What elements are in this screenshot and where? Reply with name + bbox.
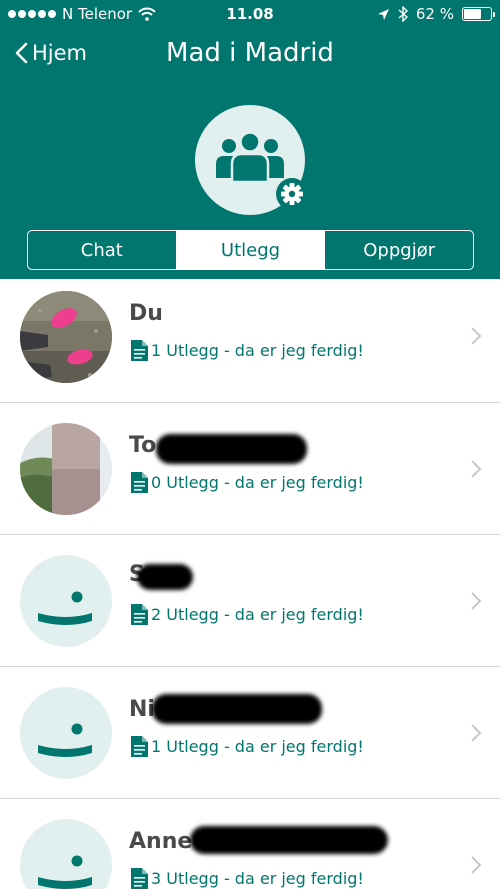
chevron-right-icon <box>471 460 482 478</box>
member-photo <box>20 423 112 515</box>
member-name: To <box>129 433 157 458</box>
member-status-text: 1 Utlegg - da er jeg ferdig! <box>151 737 364 756</box>
tab-oppgjor[interactable]: Oppgjør <box>324 231 473 269</box>
member-name: Anne <box>129 829 193 854</box>
member-status-text: 1 Utlegg - da er jeg ferdig! <box>151 341 364 360</box>
page-title: Mad i Madrid <box>166 38 334 68</box>
tab-chat[interactable]: Chat <box>28 231 176 269</box>
battery-icon <box>462 7 495 21</box>
document-icon <box>131 472 148 493</box>
tab-utlegg[interactable]: Utlegg <box>175 231 325 269</box>
member-row-to[interactable]: To 0 Utlegg - da er jeg ferdig! <box>0 403 500 535</box>
default-avatar-icon <box>20 555 112 647</box>
redaction <box>152 694 322 724</box>
member-status-text: 2 Utlegg - da er jeg ferdig! <box>151 605 364 624</box>
member-status-text: 3 Utlegg - da er jeg ferdig! <box>151 869 364 888</box>
status-indicators: 62 % <box>377 5 495 23</box>
member-status-text: 0 Utlegg - da er jeg ferdig! <box>151 473 364 492</box>
location-arrow-icon <box>377 8 389 20</box>
default-avatar-icon <box>20 819 112 889</box>
status-bar: N Telenor 11.08 62 % <box>0 0 500 28</box>
member-row-ni[interactable]: Ni 1 Utlegg - da er jeg ferdig! <box>0 667 500 799</box>
battery-percent: 62 % <box>415 5 454 23</box>
chevron-right-icon <box>471 327 482 345</box>
chevron-right-icon <box>471 592 482 610</box>
redaction <box>156 434 307 464</box>
group-header: N Telenor 11.08 62 % Hjem Mad i Madrid C… <box>0 0 500 279</box>
member-photo <box>20 291 112 383</box>
member-row-s[interactable]: S 2 Utlegg - da er jeg ferdig! <box>0 535 500 667</box>
chevron-right-icon <box>471 856 482 874</box>
default-avatar-icon <box>20 687 112 779</box>
member-status: 1 Utlegg - da er jeg ferdig! <box>131 340 364 361</box>
member-list: Du 1 Utlegg - da er jeg ferdig! To 0 Utl… <box>0 279 500 889</box>
avatar <box>20 423 112 515</box>
document-icon <box>131 604 148 625</box>
bluetooth-icon <box>398 6 408 22</box>
document-icon <box>131 340 148 361</box>
redaction <box>190 826 388 854</box>
chevron-right-icon <box>471 724 482 742</box>
member-row-anne[interactable]: Anne 3 Utlegg - da er jeg ferdig! <box>0 799 500 889</box>
member-row-du[interactable]: Du 1 Utlegg - da er jeg ferdig! <box>0 279 500 403</box>
member-name: Du <box>129 301 163 326</box>
document-icon <box>131 736 148 757</box>
member-status: 1 Utlegg - da er jeg ferdig! <box>131 736 364 757</box>
member-status: 0 Utlegg - da er jeg ferdig! <box>131 472 364 493</box>
tab-bar: Chat Utlegg Oppgjør <box>27 230 474 270</box>
battery-level <box>464 9 482 19</box>
member-status: 2 Utlegg - da er jeg ferdig! <box>131 604 364 625</box>
document-icon <box>131 868 148 889</box>
gear-icon[interactable] <box>275 177 309 211</box>
avatar <box>20 291 112 383</box>
redaction <box>137 564 193 590</box>
member-status: 3 Utlegg - da er jeg ferdig! <box>131 868 364 889</box>
